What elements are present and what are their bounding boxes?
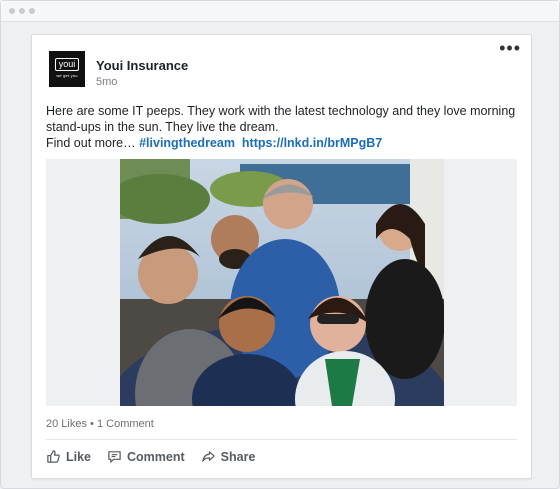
comments-count[interactable]: 1 Comment [97, 418, 154, 430]
post-time: 5mo [96, 76, 118, 88]
window-dot [9, 8, 15, 14]
author-name[interactable]: Youi Insurance [96, 58, 188, 73]
more-icon[interactable]: ••• [499, 39, 521, 57]
window-dot [19, 8, 25, 14]
author-block: Youi Insurance 5mo [96, 58, 188, 88]
hashtag-link[interactable]: #livingthedream [139, 136, 235, 150]
comment-icon [108, 451, 121, 463]
like-icon [47, 450, 60, 463]
url-link[interactable]: https://lnkd.in/brMPgB7 [242, 136, 382, 150]
share-icon [201, 451, 215, 462]
likes-count[interactable]: 20 Likes [46, 418, 87, 430]
post-text: Here are some IT peeps. They work with t… [46, 103, 521, 151]
comment-label: Comment [127, 449, 185, 464]
post-cta: Find out more… [46, 136, 140, 150]
share-button[interactable]: Share [201, 449, 256, 464]
window-chrome [1, 1, 559, 22]
post-body: Here are some IT peeps. They work with t… [46, 104, 516, 134]
photo-illustration [120, 159, 444, 406]
logo-mark: youi [54, 57, 80, 71]
post-actions: Like Comment Share [46, 449, 255, 464]
comment-button[interactable]: Comment [107, 449, 185, 464]
like-label: Like [66, 449, 92, 464]
engagement-counts: 20 Likes • 1 Comment [46, 418, 154, 430]
like-button[interactable]: Like [46, 449, 91, 464]
logo-tagline: we get you [56, 72, 78, 78]
window-dot [29, 8, 35, 14]
group-photo[interactable] [120, 159, 444, 406]
post-card: ••• youi we get you Youi Insurance 5mo H… [31, 34, 532, 479]
count-separator: • [86, 418, 97, 430]
browser-window: ••• youi we get you Youi Insurance 5mo H… [0, 0, 560, 489]
actions-divider [46, 439, 517, 440]
share-label: Share [220, 449, 256, 464]
company-logo[interactable]: youi we get you [49, 51, 85, 87]
post-media[interactable] [46, 159, 517, 406]
